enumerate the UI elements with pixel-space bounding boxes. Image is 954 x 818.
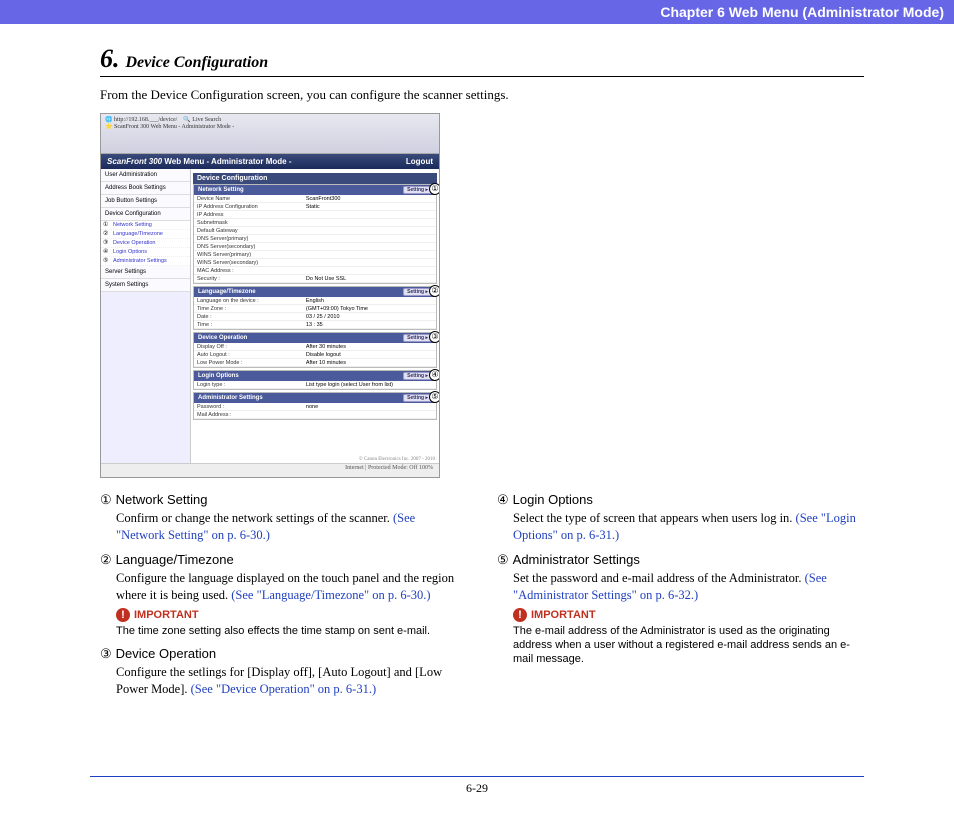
cross-ref-link[interactable]: (See "Login Options" on p. 6-31.) bbox=[513, 511, 856, 542]
sidebar-item: Job Button Settings bbox=[101, 195, 190, 208]
config-panel: Device Configuration Network SettingSett… bbox=[191, 169, 439, 464]
cross-ref-link[interactable]: (See "Administrator Settings" on p. 6-32… bbox=[513, 571, 827, 602]
cross-ref-link[interactable]: (See "Network Setting" on p. 6-30.) bbox=[116, 511, 415, 542]
description-entry: ⑤Administrator SettingsSet the password … bbox=[497, 552, 864, 667]
sidebar-subitem: ①Network Setting bbox=[101, 221, 190, 230]
config-section: Language/TimezoneSetting ▸Language on th… bbox=[193, 286, 437, 330]
callout-marker: ② bbox=[429, 285, 439, 297]
sidebar: User AdministrationAddress Book Settings… bbox=[101, 169, 191, 464]
app-header: ScanFront 300 Web Menu - Administrator M… bbox=[101, 154, 439, 169]
sidebar-item: System Settings bbox=[101, 279, 190, 292]
important-icon: ! bbox=[116, 608, 130, 622]
important-text: The time zone setting also effects the t… bbox=[100, 624, 467, 638]
description-entry: ④Login OptionsSelect the type of screen … bbox=[497, 492, 864, 544]
brand-subtitle: Web Menu - Administrator Mode - bbox=[164, 157, 291, 166]
important-text: The e-mail address of the Administrator … bbox=[497, 624, 864, 667]
chapter-header: Chapter 6 Web Menu (Administrator Mode) bbox=[0, 0, 954, 24]
browser-tab: ScanFront 300 Web Menu - Administrator M… bbox=[114, 124, 234, 130]
important-callout: !IMPORTANT bbox=[116, 608, 467, 622]
section-title: 6. Device Configuration bbox=[100, 44, 864, 77]
desc-column-right: ④Login OptionsSelect the type of screen … bbox=[497, 492, 864, 706]
sidebar-subitem: ④Login Options bbox=[101, 248, 190, 257]
logout-link: Logout bbox=[406, 157, 433, 166]
page-number: 6-29 bbox=[466, 781, 488, 795]
description-entry: ②Language/TimezoneConfigure the language… bbox=[100, 552, 467, 638]
description-entry: ①Network SettingConfirm or change the ne… bbox=[100, 492, 467, 544]
section-number: 6. bbox=[100, 44, 120, 74]
status-bar: Internet | Protected Mode: Off 100% bbox=[101, 463, 439, 477]
panel-title: Device Configuration bbox=[193, 173, 437, 184]
callout-marker: ③ bbox=[429, 331, 439, 343]
intro-text: From the Device Configuration screen, yo… bbox=[100, 87, 864, 103]
callout-marker: ① bbox=[429, 183, 439, 195]
sidebar-subitem: ③Device Operation bbox=[101, 239, 190, 248]
brand: ScanFront 300 bbox=[107, 157, 162, 166]
sidebar-item: Address Book Settings bbox=[101, 182, 190, 195]
config-section: Login OptionsSetting ▸Login type :List t… bbox=[193, 370, 437, 390]
sidebar-item: Device Configuration bbox=[101, 208, 190, 221]
callout-marker: ④ bbox=[429, 369, 439, 381]
desc-column-left: ①Network SettingConfirm or change the ne… bbox=[100, 492, 467, 706]
cross-ref-link[interactable]: (See "Language/Timezone" on p. 6-30.) bbox=[231, 588, 430, 602]
copyright: © Canon Electronics Inc. 2007 - 2010 bbox=[359, 457, 435, 462]
sidebar-subitem: ⑤Administrator Settings bbox=[101, 257, 190, 266]
config-section: Network SettingSetting ▸Device NameScanF… bbox=[193, 184, 437, 284]
description-entry: ③Device OperationConfigure the setlings … bbox=[100, 646, 467, 698]
cross-ref-link[interactable]: (See "Device Operation" on p. 6-31.) bbox=[191, 682, 377, 696]
sidebar-item: User Administration bbox=[101, 169, 190, 182]
config-section: Device OperationSetting ▸Display Off :Af… bbox=[193, 332, 437, 368]
config-section: Administrator SettingsSetting ▸Password … bbox=[193, 392, 437, 420]
important-icon: ! bbox=[513, 608, 527, 622]
sidebar-subitem: ②Language/Timezone bbox=[101, 230, 190, 239]
section-name: Device Configuration bbox=[126, 54, 269, 72]
callout-marker: ⑤ bbox=[429, 391, 439, 403]
embedded-screenshot: 🌐 http://192.168.___/device/ 🔍 Live Sear… bbox=[100, 113, 440, 478]
important-callout: !IMPORTANT bbox=[513, 608, 864, 622]
browser-chrome: 🌐 http://192.168.___/device/ 🔍 Live Sear… bbox=[101, 114, 439, 154]
page-footer: 6-29 bbox=[90, 776, 864, 796]
sidebar-item: Server Settings bbox=[101, 266, 190, 279]
